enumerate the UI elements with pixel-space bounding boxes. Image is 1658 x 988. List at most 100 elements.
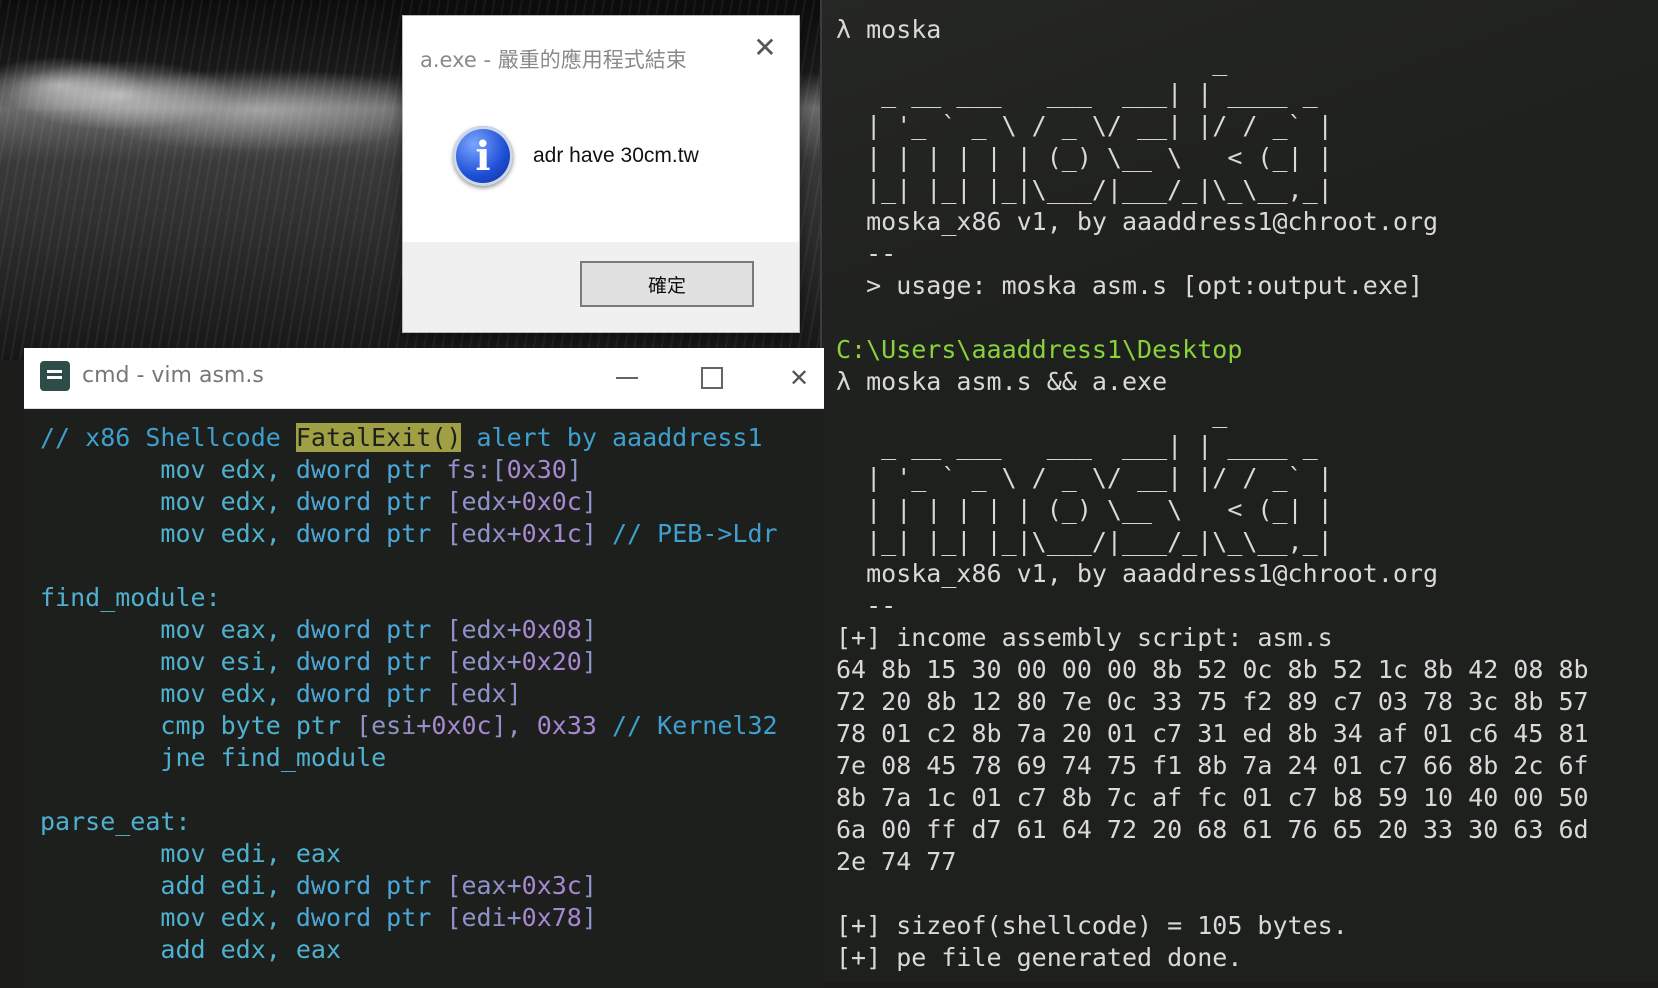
vim-window[interactable]: cmd - vim asm.s ✕ // x86 Shellcode Fatal… — [24, 348, 824, 988]
code-line: add edx, eax — [40, 934, 824, 966]
code-token: 0x3c — [521, 871, 582, 900]
code-token: dword ptr — [295, 487, 447, 516]
code-line: mov edi, eax — [40, 838, 824, 870]
usage-line: > usage: moska asm.s [opt:output.exe] — [836, 271, 1423, 300]
code-token: mov edi, eax — [40, 839, 342, 868]
code-token: mov edx, — [40, 487, 296, 516]
code-token: ] — [566, 455, 582, 484]
code-token: cmp byte ptr — [40, 711, 357, 740]
code-token: // Kernel32 — [596, 711, 778, 740]
code-editor[interactable]: // x86 Shellcode FatalExit() alert by aa… — [40, 422, 824, 966]
code-line: find_module: — [40, 582, 824, 614]
code-token: alert by aaaddress1 — [461, 423, 763, 452]
cwd-path: C:\Users\aaaddress1\Desktop — [836, 335, 1243, 364]
dialog-title: a.exe - 嚴重的應用程式結束 — [420, 48, 687, 72]
code-token: FatalExit() — [295, 423, 462, 452]
income-line: [+] income assembly script: asm.s — [836, 623, 1333, 652]
separator-2: -- — [836, 591, 897, 620]
code-token: // PEB->Ldr — [596, 519, 778, 548]
prompt-run: λ moska asm.s && a.exe — [836, 367, 1168, 396]
separator: -- — [836, 239, 897, 268]
code-line: mov edx, dword ptr [edi+0x78] — [40, 902, 824, 934]
terminal-window[interactable]: λ moska _ _ __ ___ ___ ___| | ____ _ | '… — [820, 0, 1658, 982]
ascii-logo: _ _ __ ___ ___ ___| | ____ _ | '_ ` _ \ … — [866, 47, 1333, 204]
code-token: [edx+ — [446, 487, 522, 516]
sizeof-line: [+] sizeof(shellcode) = 105 bytes. — [836, 911, 1348, 940]
code-line: mov esi, dword ptr [edx+0x20] — [40, 646, 824, 678]
code-token: dword ptr — [295, 455, 432, 484]
code-token: dword ptr — [295, 679, 447, 708]
window-title: cmd - vim asm.s — [82, 363, 264, 388]
terminal-app-icon — [40, 361, 70, 391]
code-token: dword ptr — [295, 615, 447, 644]
code-token: mov edx, — [40, 903, 296, 932]
code-token: find_module: — [40, 583, 221, 612]
code-line: parse_eat: — [40, 806, 824, 838]
code-token: mov eax, — [40, 615, 296, 644]
code-token: mov edx, — [40, 519, 296, 548]
code-token: 0x30 — [506, 455, 567, 484]
code-token: 0x0c — [431, 711, 492, 740]
close-icon[interactable]: ✕ — [779, 358, 819, 398]
code-token: 0x1c — [521, 519, 582, 548]
code-token: 0x20 — [521, 647, 582, 676]
code-token: mov edx, — [40, 679, 296, 708]
code-token: // x86 Shellcode — [40, 423, 296, 452]
banner: moska_x86 v1, by aaaddress1@chroot.org — [836, 207, 1439, 236]
message-box-dialog: a.exe - 嚴重的應用程式結束 ✕ i adr have 30cm.tw 確… — [403, 16, 799, 332]
code-token: dword ptr — [295, 519, 447, 548]
code-token: parse_eat: — [40, 807, 191, 836]
code-token: dword ptr — [295, 647, 447, 676]
code-token: fs:[ — [431, 455, 507, 484]
code-token: add edx, eax — [40, 935, 342, 964]
prompt-moska: λ moska — [836, 15, 942, 44]
window-titlebar[interactable]: cmd - vim asm.s ✕ — [24, 348, 824, 409]
code-token: add edi, — [40, 871, 296, 900]
code-line: // x86 Shellcode FatalExit() alert by aa… — [40, 422, 824, 454]
code-token: dword ptr — [295, 871, 447, 900]
code-token: [edi+ — [446, 903, 522, 932]
minimize-icon[interactable] — [607, 358, 647, 398]
terminal-output: λ moska _ _ __ ___ ___ ___| | ____ _ | '… — [836, 14, 1589, 974]
ascii-logo-2: _ _ __ ___ ___ ___| | ____ _ | '_ ` _ \ … — [866, 399, 1333, 556]
code-token: mov esi, — [40, 647, 296, 676]
code-token: jne find_module — [40, 743, 387, 772]
code-line: mov edx, dword ptr [edx] — [40, 678, 824, 710]
banner-2: moska_x86 v1, by aaaddress1@chroot.org — [836, 559, 1439, 588]
code-token: [esi+ — [356, 711, 432, 740]
code-token: ] — [581, 615, 597, 644]
code-token: 0x08 — [521, 615, 582, 644]
code-token: [edx+ — [446, 615, 522, 644]
close-icon[interactable]: ✕ — [745, 30, 785, 64]
code-token: [edx+ — [446, 647, 522, 676]
code-token: ] — [581, 487, 597, 516]
code-token: ] — [581, 519, 597, 548]
code-token: 0x0c — [521, 487, 582, 516]
code-token: dword ptr — [295, 903, 447, 932]
code-token: ] — [581, 647, 597, 676]
code-token: ], — [491, 711, 537, 740]
code-token: 0x33 — [536, 711, 597, 740]
code-line: cmp byte ptr [esi+0x0c], 0x33 // Kernel3… — [40, 710, 824, 742]
code-token: ] — [581, 903, 597, 932]
done-line: [+] pe file generated done. — [836, 943, 1243, 972]
maximize-icon[interactable] — [692, 358, 732, 398]
code-line: mov eax, dword ptr [edx+0x08] — [40, 614, 824, 646]
code-token: [eax+ — [446, 871, 522, 900]
dialog-message: adr have 30cm.tw — [533, 144, 699, 167]
ok-button[interactable]: 確定 — [580, 261, 754, 307]
code-token: [edx+ — [446, 519, 522, 548]
code-line: mov edx, dword ptr fs:[0x30] — [40, 454, 824, 486]
hex-dump: 64 8b 15 30 00 00 00 8b 52 0c 8b 52 1c 8… — [836, 655, 1589, 876]
info-icon: i — [453, 126, 513, 186]
code-token: 0x78 — [521, 903, 582, 932]
code-token: ] — [581, 871, 597, 900]
code-token: [edx] — [446, 679, 522, 708]
code-token: mov edx, — [40, 455, 296, 484]
code-line: add edi, dword ptr [eax+0x3c] — [40, 870, 824, 902]
code-line: mov edx, dword ptr [edx+0x0c] — [40, 486, 824, 518]
code-line: mov edx, dword ptr [edx+0x1c] // PEB->Ld… — [40, 518, 824, 550]
code-line: jne find_module — [40, 742, 824, 774]
